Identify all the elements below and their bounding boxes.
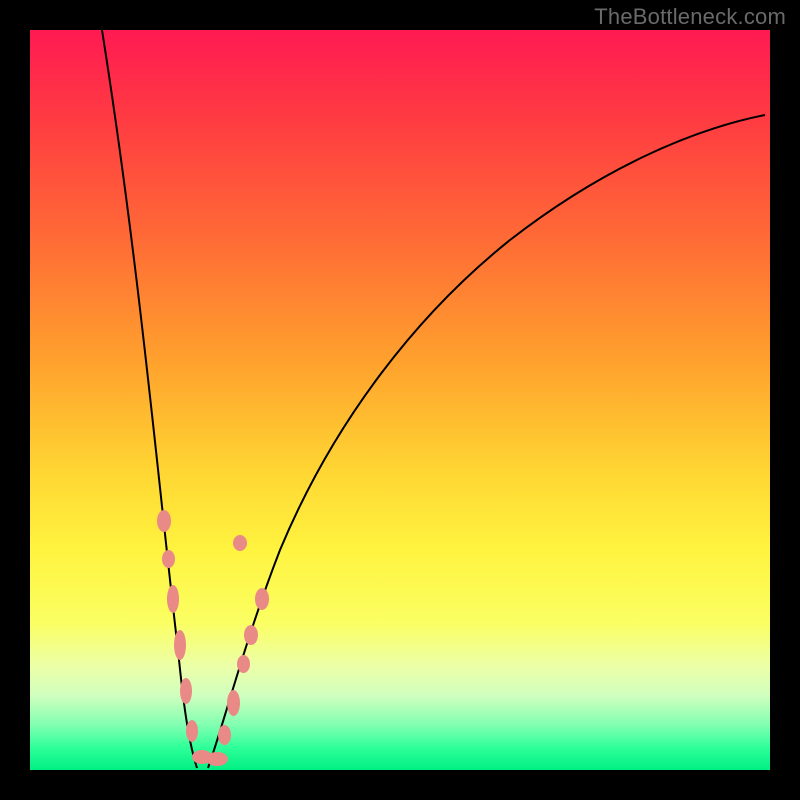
marker-dot xyxy=(237,655,250,673)
marker-dot xyxy=(157,510,171,532)
marker-dot xyxy=(162,550,175,568)
marker-dot xyxy=(233,535,247,551)
bottleneck-curve xyxy=(30,30,770,770)
marker-dot xyxy=(244,625,258,645)
marker-dot xyxy=(180,678,192,704)
marker-dot xyxy=(218,725,231,745)
marker-dot xyxy=(255,588,269,610)
marker-dot xyxy=(174,630,186,660)
marker-dot xyxy=(167,585,179,613)
plot-area xyxy=(30,30,770,770)
marker-dot xyxy=(206,752,228,766)
watermark-text: TheBottleneck.com xyxy=(594,4,786,30)
chart-frame: TheBottleneck.com xyxy=(0,0,800,800)
marker-dot xyxy=(186,720,198,742)
marker-dot xyxy=(227,690,240,716)
